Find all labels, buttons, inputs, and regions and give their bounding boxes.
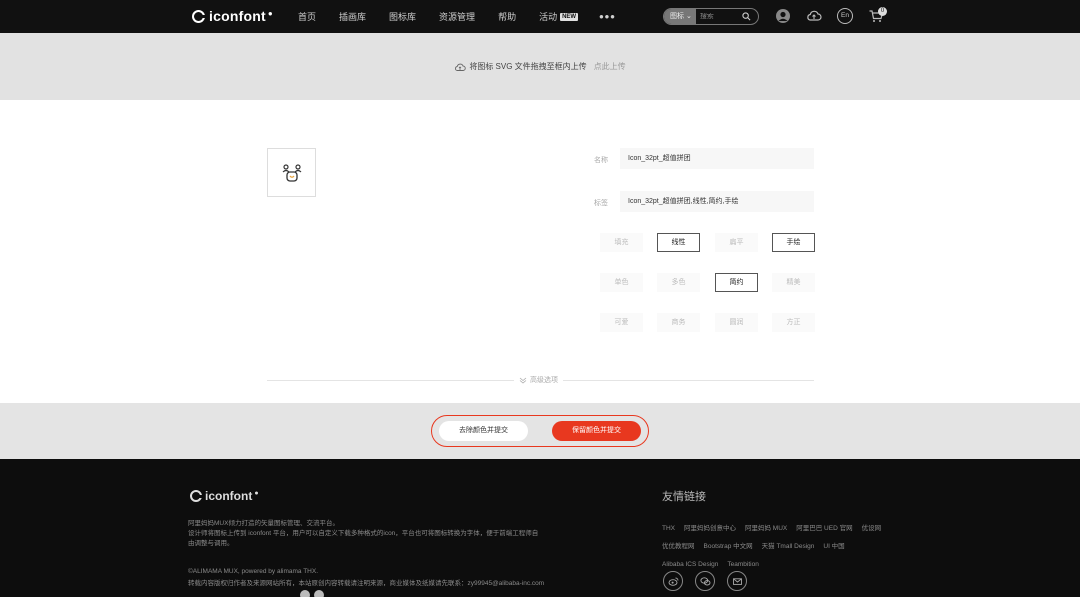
logo-mark-icon: [192, 9, 205, 23]
icon-edit-panel: 名称 Icon_32pt_超值拼团 标签 Icon_32pt_超值拼团,线性,简…: [0, 100, 1080, 403]
style-tag-flat[interactable]: 扁平: [715, 233, 758, 252]
nav-activities-label: 活动: [539, 12, 558, 22]
style-tag-fill[interactable]: 填充: [600, 233, 643, 252]
user-avatar-icon[interactable]: [775, 8, 791, 24]
click-to-upload-link[interactable]: 点此上传: [594, 61, 626, 72]
style-tag-hand-drawn[interactable]: 手绘: [772, 233, 815, 252]
wechat-icon[interactable]: [695, 571, 715, 591]
nav-more-menu[interactable]: •••: [599, 9, 616, 24]
footer-logo-mark-icon: [190, 490, 202, 502]
style-tag-linear[interactable]: 线性: [657, 233, 700, 252]
friend-link[interactable]: Teambition: [727, 558, 758, 571]
cart-count-badge: 0: [878, 7, 887, 16]
style-tag-mono[interactable]: 单色: [600, 273, 643, 292]
footer-intro-line2: 设计师将图标上传到 iconfont 平台，用户可以自定义下载多种格式的icon…: [188, 530, 539, 537]
language-label: En: [841, 12, 849, 19]
footer-logo-star-icon: ●: [254, 490, 259, 497]
email-icon[interactable]: [727, 571, 747, 591]
nav-icon-library[interactable]: 图标库: [389, 10, 416, 23]
friend-link[interactable]: 天猫 Tmall Design: [762, 540, 815, 553]
advanced-options-label: 高级选项: [530, 377, 558, 384]
search-icon[interactable]: [742, 12, 751, 21]
search-type-select[interactable]: 图标 ⌄: [664, 9, 696, 24]
main-nav: 首页 插画库 图标库 资源管理 帮助 活动 NEW •••: [298, 0, 616, 33]
footer-badge-icon: [300, 590, 310, 597]
double-chevron-down-icon: [519, 377, 527, 384]
style-tag-multicolor[interactable]: 多色: [657, 273, 700, 292]
search-input[interactable]: [699, 13, 740, 20]
nav-home[interactable]: 首页: [298, 10, 316, 23]
name-field[interactable]: Icon_32pt_超值拼团: [620, 148, 814, 169]
footer-badge-icon: [314, 590, 324, 597]
friend-link[interactable]: Bootstrap 中文网: [704, 540, 753, 553]
name-label: 名称: [594, 157, 608, 164]
upload-cloud-small-icon: [455, 63, 467, 71]
nav-illustrations[interactable]: 插画库: [339, 10, 366, 23]
weibo-icon[interactable]: [663, 571, 683, 591]
friend-link[interactable]: 优优教程网: [662, 540, 695, 553]
tags-label: 标签: [594, 200, 608, 207]
keep-color-submit-button[interactable]: 保留颜色并提交: [552, 421, 641, 441]
logo-star-icon: ●: [267, 8, 273, 18]
icon-preview: [267, 148, 316, 197]
friend-link[interactable]: 阿里妈妈 MUX: [745, 522, 787, 535]
footer-logo-text: iconfont: [205, 489, 253, 503]
upload-prompt: 将图标 SVG 文件拖拽至框内上传 点此上传: [454, 61, 626, 72]
style-tag-square[interactable]: 方正: [772, 313, 815, 332]
style-tag-cute[interactable]: 可爱: [600, 313, 643, 332]
group-buy-icon: [282, 163, 301, 182]
svg-drop-zone[interactable]: 将图标 SVG 文件拖拽至框内上传 点此上传: [0, 33, 1080, 100]
nav-activities[interactable]: 活动 NEW: [539, 10, 579, 23]
logo-text: iconfont: [209, 8, 266, 24]
friend-links-list: THX 阿里妈妈创意中心 阿里妈妈 MUX 阿里巴巴 UED 官网 优设网优优教程网 Bo…: [662, 517, 902, 571]
search-type-label: 图标: [670, 13, 684, 20]
style-tag-rounded[interactable]: 圆润: [715, 313, 758, 332]
search-box: 图标 ⌄: [663, 8, 759, 25]
footer-logo[interactable]: iconfont ●: [190, 489, 259, 503]
upload-cloud-icon[interactable]: [806, 8, 822, 24]
style-tag-minimal[interactable]: 简约: [715, 273, 758, 292]
iconfont-logo[interactable]: iconfont ●: [192, 8, 273, 24]
language-switch[interactable]: En: [837, 8, 853, 24]
advanced-options-toggle[interactable]: 高级选项: [514, 375, 563, 385]
footer-intro-line1: 阿里妈妈MUX倾力打造的矢量图标管理、交流平台。: [188, 520, 339, 527]
style-tag-exquisite[interactable]: 精美: [772, 273, 815, 292]
new-badge: NEW: [560, 12, 579, 21]
friend-link[interactable]: 阿里巴巴 UED 官网: [796, 522, 852, 535]
nav-resource-management[interactable]: 资源管理: [439, 10, 475, 23]
tags-field[interactable]: Icon_32pt_超值拼团,线性,简约,手绘: [620, 191, 814, 212]
friend-link[interactable]: Alibaba ICS Design: [662, 558, 718, 571]
style-tag-business[interactable]: 商务: [657, 313, 700, 332]
footer-intro-line3: 由调整与调用。: [188, 540, 234, 547]
strip-color-submit-button[interactable]: 去除颜色并提交: [439, 421, 528, 441]
footer-badges: [300, 590, 328, 597]
friend-link[interactable]: THX: [662, 522, 675, 535]
friend-link[interactable]: 阿里妈妈创意中心: [684, 522, 736, 535]
top-navigation-bar: iconfont ● 首页 插画库 图标库 资源管理 帮助 活动 NEW •••…: [0, 0, 1080, 33]
submit-actions-band: 去除颜色并提交 保留颜色并提交: [0, 403, 1080, 459]
site-footer: iconfont ● 阿里妈妈MUX倾力打造的矢量图标管理、交流平台。 设计师将…: [0, 459, 1080, 597]
footer-reprint-notice: 转载内容版权归作者及来源网站所有，本站原创内容转载请注明来源，商业媒体及纸媒请先…: [188, 580, 545, 587]
friend-links-title: 友情链接: [662, 491, 706, 503]
friend-link[interactable]: 优设网: [862, 522, 882, 535]
footer-copyright: ©ALIMAMA MUX, powered by alimama THX.: [188, 568, 319, 575]
upload-instruction: 将图标 SVG 文件拖拽至框内上传: [469, 62, 587, 71]
friend-link[interactable]: UI 中国: [823, 540, 844, 553]
nav-help[interactable]: 帮助: [498, 10, 516, 23]
